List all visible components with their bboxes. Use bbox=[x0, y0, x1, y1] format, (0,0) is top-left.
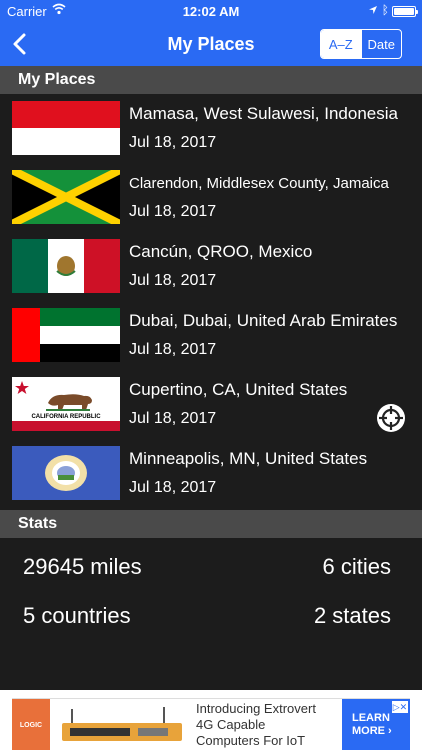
place-date: Jul 18, 2017 bbox=[129, 134, 217, 151]
place-name: Minneapolis, MN, United States bbox=[129, 449, 368, 468]
crosshair-icon[interactable] bbox=[376, 403, 406, 433]
place-row[interactable]: Clarendon, Middlesex County, Jamaica Jul… bbox=[0, 165, 422, 234]
stat-cities: 6 cities bbox=[322, 554, 391, 579]
mexico-flag-icon bbox=[12, 239, 120, 293]
ad-cta-line-2: MORE › bbox=[352, 725, 392, 737]
place-name: Mamasa, West Sulawesi, Indonesia bbox=[129, 104, 398, 123]
california-flag-icon: CALIFORNIA REPUBLIC bbox=[12, 377, 120, 431]
clock: 12:02 AM bbox=[182, 4, 240, 19]
battery-icon bbox=[392, 6, 418, 17]
place-row[interactable]: Mamasa, West Sulawesi, Indonesia Jul 18,… bbox=[0, 96, 422, 165]
place-row[interactable]: Minneapolis, MN, United States Jul 18, 2… bbox=[0, 441, 422, 510]
ad-banner[interactable]: LOGIC Introducing Extrovert 4G Capable C… bbox=[12, 698, 410, 750]
place-date: Jul 18, 2017 bbox=[129, 341, 217, 358]
place-name: Cupertino, CA, United States bbox=[129, 380, 348, 399]
place-row[interactable]: Cancún, QROO, Mexico Jul 18, 2017 bbox=[0, 234, 422, 303]
california-flag-text: CALIFORNIA REPUBLIC bbox=[31, 414, 101, 420]
ad-line-3: Computers For IoT bbox=[196, 733, 306, 748]
stat-states: 2 states bbox=[313, 603, 391, 628]
uae-flag-icon bbox=[12, 308, 120, 362]
ad-line-2: 4G Capable bbox=[196, 717, 266, 732]
stat-countries: 5 countries bbox=[23, 603, 131, 628]
place-date: Jul 18, 2017 bbox=[129, 203, 217, 220]
indonesia-flag-icon bbox=[12, 101, 120, 155]
stat-miles: 29645 miles bbox=[23, 554, 142, 579]
place-name: Clarendon, Middlesex County, Jamaica bbox=[129, 175, 389, 192]
place-row[interactable]: Dubai, Dubai, United Arab Emirates Jul 1… bbox=[0, 303, 422, 372]
ad-cta-line-1: LEARN bbox=[352, 712, 390, 724]
screen: Carrier 12:02 AM ᛒ My Places A–Z Date My… bbox=[0, 0, 422, 750]
navigation-bar: My Places A–Z Date bbox=[0, 22, 422, 66]
stats-section-header: Stats bbox=[0, 510, 422, 538]
sort-date-button[interactable]: Date bbox=[360, 30, 402, 58]
sort-segmented-control: A–Z Date bbox=[320, 29, 402, 59]
ad-line-1: Introducing Extrovert bbox=[196, 701, 316, 716]
place-name: Dubai, Dubai, United Arab Emirates bbox=[129, 311, 398, 330]
place-date: Jul 18, 2017 bbox=[129, 479, 217, 496]
places-section-header: My Places bbox=[0, 66, 422, 94]
bluetooth-icon: ᛒ bbox=[381, 3, 389, 17]
place-name: Cancún, QROO, Mexico bbox=[129, 242, 313, 261]
status-bar: Carrier 12:02 AM ᛒ bbox=[0, 0, 422, 22]
sort-az-button[interactable]: A–Z bbox=[321, 30, 361, 58]
minnesota-flag-icon bbox=[12, 446, 120, 500]
place-row[interactable]: CALIFORNIA REPUBLIC Cupertino, CA, Unite… bbox=[0, 372, 422, 441]
location-arrow-icon bbox=[369, 6, 377, 14]
ad-brand-logo: LOGIC bbox=[12, 699, 50, 750]
adchoices-icon[interactable]: ▷✕ bbox=[392, 701, 408, 713]
place-date: Jul 18, 2017 bbox=[129, 410, 217, 427]
place-date: Jul 18, 2017 bbox=[129, 272, 217, 289]
jamaica-flag-icon bbox=[12, 170, 120, 224]
ad-text: Introducing Extrovert 4G Capable Compute… bbox=[196, 701, 316, 749]
ad-device-image bbox=[62, 707, 182, 741]
